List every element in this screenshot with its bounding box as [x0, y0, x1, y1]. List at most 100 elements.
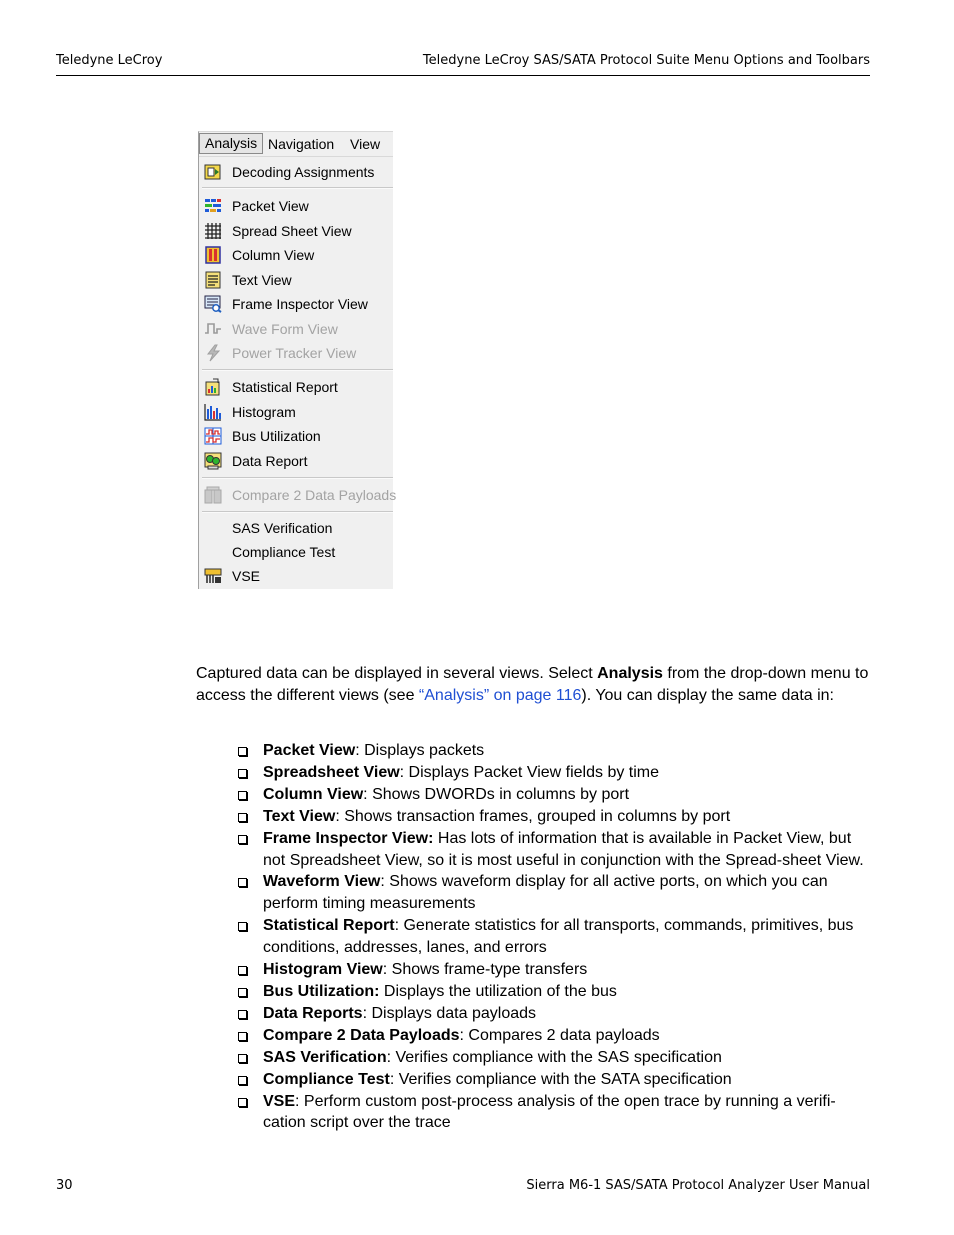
menubar-navigation[interactable]: Navigation — [263, 135, 339, 154]
menu-separator — [202, 511, 393, 513]
vse-icon — [204, 568, 222, 583]
menu-item-compliance-test[interactable]: Compliance Test — [199, 540, 393, 564]
menu-item-label: Wave Form View — [232, 321, 338, 337]
list-item: Column View: Shows DWORDs in columns by … — [236, 784, 876, 806]
item-term: Packet View — [263, 742, 356, 759]
menu-separator — [202, 187, 393, 189]
menu-item-bus-utilization[interactable]: Bus Utilization — [199, 424, 393, 448]
list-item: Compare 2 Data Payloads: Compares 2 data… — [236, 1025, 876, 1047]
item-term: Statistical Report — [263, 917, 395, 935]
item-desc: : Verifies compliance with the SAS speci… — [386, 1048, 722, 1066]
menu-item-text-view[interactable]: Text View — [199, 268, 393, 292]
item-desc: : Displays Packet View fields by time — [399, 763, 660, 781]
menu-item-label: Histogram — [232, 404, 296, 420]
menu-item-label: Column View — [232, 247, 315, 263]
checkbox-bullet-icon — [238, 1031, 247, 1041]
analysis-menu-screenshot: Analysis Navigation View Decoding Assign… — [198, 131, 397, 589]
item-desc: : Shows frame-type transfers — [382, 961, 588, 979]
item-desc: : Displays data payloads — [362, 1004, 537, 1022]
header-right: Teledyne LeCroy SAS/SATA Protocol Suite … — [422, 53, 870, 68]
bus-utilization-icon — [204, 427, 222, 445]
list-item: Histogram View: Shows frame-type transfe… — [236, 959, 876, 981]
list-item: Packet View: Displays packets — [236, 740, 876, 762]
spreadsheet-view-icon — [205, 223, 221, 239]
menu-item-statistical-report[interactable]: Statistical Report — [199, 375, 393, 399]
item-term: SAS Verification — [263, 1048, 387, 1066]
menu-item-label: Packet View — [232, 198, 309, 214]
intro-text: ). You can display the same data in: — [581, 687, 834, 704]
menu-item-label: Bus Utilization — [232, 428, 321, 444]
menu-item-label: Power Tracker View — [232, 345, 357, 361]
intro-bold: Analysis — [597, 665, 663, 682]
compare-payloads-icon — [204, 486, 222, 504]
item-term: Histogram View — [263, 961, 383, 979]
menu-item-decoding-assignments[interactable]: Decoding Assignments — [199, 160, 393, 184]
analysis-page-link[interactable]: “Analysis” on page 116 — [419, 687, 581, 704]
menu-separator — [202, 477, 393, 479]
item-term: Compliance Test — [263, 1070, 390, 1088]
item-desc: : Displays packets — [355, 742, 485, 759]
text-view-icon — [205, 271, 221, 289]
item-term: Compare 2 Data Payloads — [263, 1026, 460, 1044]
waveform-icon — [205, 323, 221, 334]
list-item: VSE: Perform custom post-process analysi… — [236, 1091, 876, 1135]
checkbox-bullet-icon — [238, 1075, 247, 1085]
menu-item-waveform-view[interactable]: Wave Form View — [199, 317, 393, 341]
list-item: Bus Utilization: Displays the utilizatio… — [236, 981, 876, 1003]
checkbox-bullet-icon — [238, 1009, 247, 1019]
list-item: Text View: Shows transaction frames, gro… — [236, 806, 876, 828]
item-term: Data Reports — [263, 1004, 363, 1022]
column-view-icon — [205, 246, 221, 264]
menu-item-frame-inspector-view[interactable]: Frame Inspector View — [199, 292, 393, 316]
checkbox-bullet-icon — [238, 747, 247, 756]
menubar-analysis[interactable]: Analysis — [199, 133, 264, 154]
checkbox-bullet-icon — [238, 922, 247, 932]
menu-item-power-tracker-view[interactable]: Power Tracker View — [199, 341, 393, 365]
packet-view-icon — [205, 199, 221, 212]
views-list: Packet View: Displays packets Spreadshee… — [236, 740, 876, 1134]
list-item: Data Reports: Displays data payloads — [236, 1003, 876, 1025]
menu-item-label: Statistical Report — [232, 379, 338, 395]
checkbox-bullet-icon — [238, 812, 247, 822]
item-term: Column View — [263, 785, 364, 803]
item-term: Waveform View — [263, 873, 381, 891]
menu-item-packet-view[interactable]: Packet View — [199, 194, 393, 218]
decoding-assignments-icon — [204, 164, 221, 180]
item-desc: : Perform custom post-process analysis o… — [263, 1092, 836, 1132]
menu-item-label: Data Report — [232, 453, 308, 469]
checkbox-bullet-icon — [238, 966, 247, 976]
menu-item-data-report[interactable]: Data Report — [199, 449, 393, 473]
histogram-icon — [204, 404, 221, 421]
statistical-report-icon — [205, 378, 220, 396]
menu-item-sas-verification[interactable]: SAS Verification — [199, 516, 393, 540]
menu-item-label: Text View — [232, 272, 292, 288]
page-number: 30 — [56, 1178, 73, 1193]
frame-inspector-icon — [204, 295, 222, 313]
menu-item-column-view[interactable]: Column View — [199, 243, 393, 267]
menu-item-compare-2-data-payloads[interactable]: Compare 2 Data Payloads — [199, 483, 397, 507]
list-item: Frame Inspector View: Has lots of inform… — [236, 828, 876, 872]
footer-title: Sierra M6-1 SAS/SATA Protocol Analyzer U… — [526, 1178, 870, 1193]
menu-item-vse[interactable]: VSE — [199, 564, 393, 588]
menu-separator — [202, 369, 393, 371]
menu-item-spreadsheet-view[interactable]: Spread Sheet View — [199, 219, 393, 243]
menu-item-label: Compare 2 Data Payloads — [232, 487, 397, 503]
checkbox-bullet-icon — [238, 878, 247, 888]
list-item: Compliance Test: Verifies compliance wit… — [236, 1069, 876, 1091]
power-tracker-icon — [206, 344, 221, 362]
menu-item-histogram[interactable]: Histogram — [199, 400, 393, 424]
checkbox-bullet-icon — [238, 768, 247, 778]
intro-text: Captured data can be displayed in severa… — [196, 665, 598, 682]
checkbox-bullet-icon — [238, 790, 247, 800]
list-item: Statistical Report: Generate statistics … — [236, 915, 876, 959]
item-desc: : Shows transaction frames, grouped in c… — [335, 807, 731, 825]
menu-item-label: Spread Sheet View — [232, 223, 352, 239]
item-desc: Displays the utilization of the bus — [379, 982, 617, 1000]
item-desc: : Compares 2 data payloads — [459, 1026, 660, 1044]
checkbox-bullet-icon — [238, 987, 247, 997]
header-left: Teledyne LeCroy — [56, 53, 163, 68]
menu-item-label: SAS Verification — [232, 520, 333, 536]
menubar-view[interactable]: View — [345, 135, 385, 154]
menu-bar: Analysis Navigation View — [199, 132, 393, 157]
item-term: Text View — [263, 807, 336, 825]
